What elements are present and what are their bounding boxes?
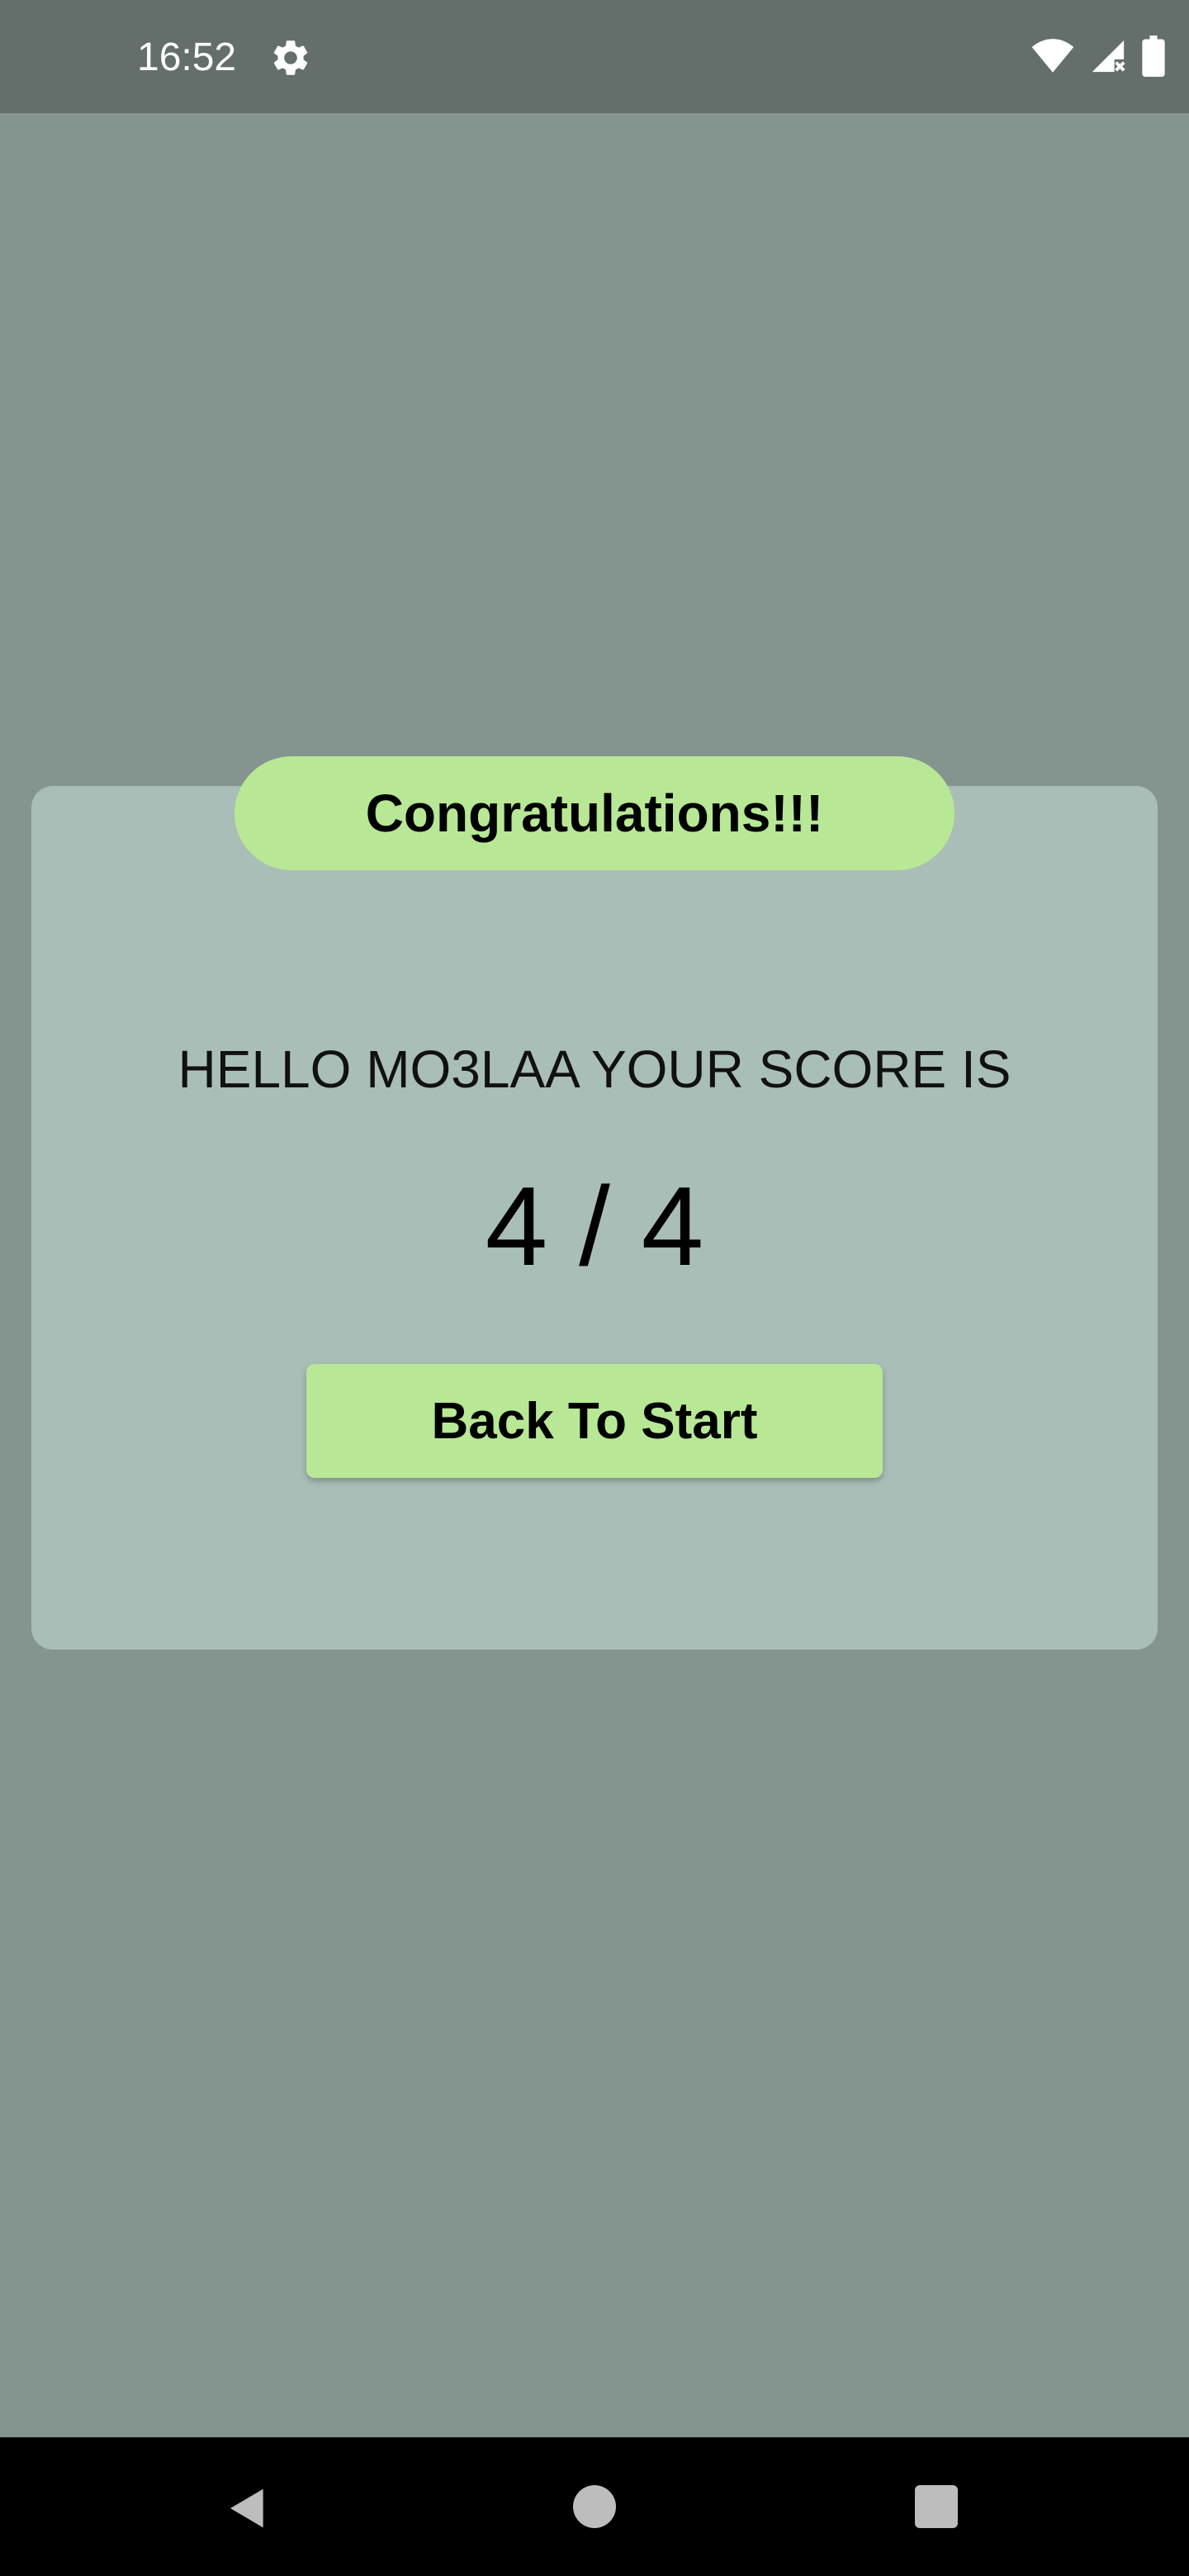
status-time: 16:52 — [137, 36, 237, 79]
score-message: HELLO MO3LAA YOUR SCORE IS — [178, 1039, 1011, 1099]
congratulations-heading: Congratulations!!! — [365, 784, 824, 843]
back-to-start-label: Back To Start — [431, 1392, 758, 1450]
status-bar: 16:52 — [0, 0, 1189, 113]
settings-icon — [269, 36, 312, 79]
score-value: 4 / 4 — [485, 1163, 704, 1289]
status-icons — [1030, 33, 1166, 83]
wifi-icon — [1030, 38, 1075, 78]
signal-icon — [1088, 37, 1128, 79]
back-icon[interactable] — [225, 2485, 271, 2531]
home-icon[interactable] — [573, 2485, 616, 2528]
congratulations-banner: Congratulations!!! — [234, 756, 955, 870]
battery-icon — [1141, 35, 1166, 81]
back-to-start-button[interactable]: Back To Start — [306, 1364, 883, 1478]
recents-icon[interactable] — [915, 2485, 958, 2528]
